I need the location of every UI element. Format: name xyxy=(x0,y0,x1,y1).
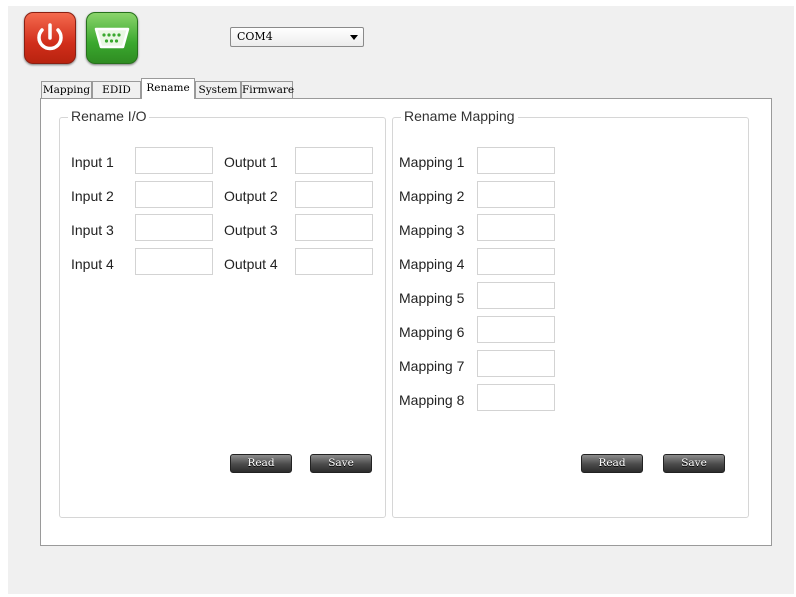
power-button[interactable] xyxy=(24,12,76,64)
mapping-4-field[interactable] xyxy=(477,248,555,275)
output-2-label: Output 2 xyxy=(224,188,278,204)
output-1-field[interactable] xyxy=(295,147,373,174)
power-icon xyxy=(37,23,63,51)
mapping-2-label: Mapping 2 xyxy=(399,188,465,204)
mapping-6-field[interactable] xyxy=(477,316,555,343)
chevron-down-icon xyxy=(350,35,358,40)
rename-mapping-group: Rename Mapping Mapping 1 Mapping 2 Mappi… xyxy=(392,108,749,518)
output-4-field[interactable] xyxy=(295,248,373,275)
mapping-4-label: Mapping 4 xyxy=(399,256,465,272)
rename-io-read-button[interactable]: Read xyxy=(230,454,292,473)
tab-rename[interactable]: Rename xyxy=(141,78,195,99)
mapping-7-field[interactable] xyxy=(477,350,555,377)
mapping-1-field[interactable] xyxy=(477,147,555,174)
mapping-1-label: Mapping 1 xyxy=(399,154,465,170)
rename-io-title: Rename I/O xyxy=(68,108,150,124)
output-4-label: Output 4 xyxy=(224,256,278,272)
rename-io-group: Rename I/O Input 1 Output 1 Input 2 Outp… xyxy=(59,108,386,518)
serial-port-button[interactable] xyxy=(86,12,138,64)
tab-firmware[interactable]: Firmware xyxy=(241,81,294,99)
tab-edid[interactable]: EDID xyxy=(92,81,141,99)
rename-mapping-read-button[interactable]: Read xyxy=(581,454,643,473)
input-1-field[interactable] xyxy=(135,147,213,174)
mapping-8-label: Mapping 8 xyxy=(399,392,465,408)
input-3-label: Input 3 xyxy=(71,222,114,238)
input-2-field[interactable] xyxy=(135,181,213,208)
input-1-label: Input 1 xyxy=(71,154,114,170)
rename-mapping-save-button[interactable]: Save xyxy=(663,454,725,473)
input-2-label: Input 2 xyxy=(71,188,114,204)
tab-system[interactable]: System xyxy=(195,81,241,99)
mapping-2-field[interactable] xyxy=(477,181,555,208)
com-port-value: COM4 xyxy=(237,30,273,43)
mapping-3-label: Mapping 3 xyxy=(399,222,465,238)
output-3-field[interactable] xyxy=(295,214,373,241)
input-4-field[interactable] xyxy=(135,248,213,275)
input-3-field[interactable] xyxy=(135,214,213,241)
mapping-5-label: Mapping 5 xyxy=(399,290,465,306)
rename-mapping-title: Rename Mapping xyxy=(401,108,518,124)
rename-io-save-button[interactable]: Save xyxy=(310,454,372,473)
mapping-7-label: Mapping 7 xyxy=(399,358,465,374)
mapping-6-label: Mapping 6 xyxy=(399,324,465,340)
mapping-5-field[interactable] xyxy=(477,282,555,309)
output-1-label: Output 1 xyxy=(224,154,278,170)
com-port-select[interactable]: COM4 xyxy=(230,27,364,47)
mapping-3-field[interactable] xyxy=(477,214,555,241)
output-3-label: Output 3 xyxy=(224,222,278,238)
tab-mapping[interactable]: Mapping xyxy=(41,81,92,99)
rename-tab-panel: Rename I/O Input 1 Output 1 Input 2 Outp… xyxy=(40,98,772,546)
serial-port-icon xyxy=(94,27,130,49)
output-2-field[interactable] xyxy=(295,181,373,208)
mapping-8-field[interactable] xyxy=(477,384,555,411)
app-window: COM4 Mapping EDID Rename System Firmware… xyxy=(8,6,794,594)
input-4-label: Input 4 xyxy=(71,256,114,272)
